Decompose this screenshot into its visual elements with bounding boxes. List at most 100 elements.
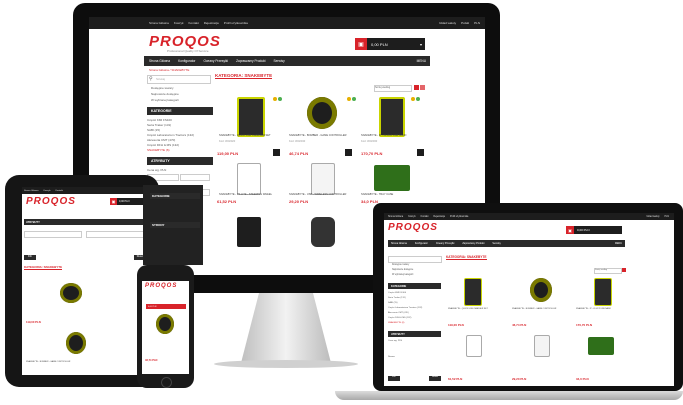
product-image[interactable] [237,163,261,195]
menu-toggle[interactable]: MENU [615,242,622,245]
category-item[interactable]: Części Laboratorium Tractors (132) [388,307,422,309]
nav-product[interactable]: Zapraszamy Produkt [236,59,265,63]
grid-view-icon[interactable] [414,85,419,90]
product-name[interactable]: SNAKEBYTE - QUICK USB CHARGER SET [448,308,498,310]
product-image[interactable] [534,335,550,357]
cart-box[interactable]: 0,00 PLN [146,304,186,309]
product-image[interactable] [60,283,82,303]
product-image[interactable] [379,97,405,137]
compare-icon[interactable] [352,97,356,101]
product-image[interactable] [237,217,261,247]
category-item[interactable]: Części DFH & MS (132) [388,317,411,319]
product-image[interactable] [530,278,552,302]
category-item[interactable]: SABI (15) [388,302,397,304]
top-link-contact[interactable]: Kontakt [421,216,429,218]
product-name[interactable]: SNAKEBYTE - QUICK USB CHARGER SET [219,134,279,138]
product-name[interactable]: SNAKEBYTE - USB - WIRELESS CONTROLLER [289,193,351,197]
language-switch[interactable]: Polski [461,21,469,25]
nav-configurator[interactable]: Konfigurator [178,59,195,63]
category-item[interactable]: Części DFH & MS (132) [147,143,179,147]
category-item-active[interactable]: SNAKEBYTE (6) [388,322,404,324]
site-logo[interactable]: PROQOS [388,222,438,233]
site-logo[interactable]: PROQOS [145,283,177,289]
add-to-cart-button[interactable] [273,149,280,156]
product-name[interactable]: SNAKEBYTE - BOMBER - GAME CONTROLLER [26,361,96,363]
filter-button[interactable]: Filtr [388,376,400,381]
cart-box[interactable]: ▣ 0,00 PLN [566,226,622,234]
search-input[interactable]: ⚲ Szukaj [147,75,211,84]
phone-home-button[interactable] [161,377,172,388]
top-link-cart[interactable]: Koszyk [174,21,184,25]
filter-category[interactable]: W wybranej kategorii [151,98,179,102]
top-link-profile[interactable]: Profil użytkownika [224,21,248,25]
nav-product[interactable]: Zapraszamy Produkt [462,242,484,245]
top-link-home[interactable]: Strona Główna [149,21,169,25]
top-link-contact[interactable]: Kontakt [56,190,63,192]
add-to-cart-button[interactable] [417,149,424,156]
product-image[interactable] [594,278,612,306]
currency-code[interactable]: PLN [474,21,480,25]
filter-category[interactable]: W wybranej kategorii [392,274,413,276]
product-image[interactable] [374,165,410,191]
category-item[interactable]: Części KMI FS100 [388,292,406,294]
category-item[interactable]: Seria Traker (131) [147,123,171,127]
top-link-home[interactable]: Strona Główna [24,190,38,192]
filter-available[interactable]: Dostępne towary [392,264,409,266]
category-item[interactable]: Seria Traker (131) [388,297,406,299]
sort-select[interactable]: Sortuj według [374,85,412,92]
category-item[interactable]: Części KMI FS100 [147,118,172,122]
wishlist-icon[interactable] [411,97,415,101]
nav-home[interactable]: Strona Główna [149,59,170,63]
nav-services[interactable]: Serwisy [492,242,500,245]
site-logo[interactable]: PROQOS [149,33,221,50]
site-logo[interactable]: PROQOS [26,196,76,207]
wishlist-icon[interactable] [273,97,277,101]
product-name[interactable]: SNAKEBYTE - BOMBER - GAME CONTROLLER [512,308,562,310]
product-name[interactable]: SNAKEBYTE - PS LITE - STEERING WHEEL [219,193,279,197]
nav-home[interactable]: Strona Główna [391,242,407,245]
category-item[interactable]: Części Laboratorium Tractors (132) [147,133,194,137]
price-input[interactable] [86,231,144,238]
list-view-icon[interactable] [420,85,425,90]
currency-switch[interactable]: Układ waluty [439,21,456,25]
nav-services[interactable]: Serwisy [274,59,285,63]
filter-available[interactable]: Dostępne towary [151,86,174,90]
product-name[interactable]: SNAKEBYTE - IP - KLUCZ USB NANO [361,134,423,138]
category-item[interactable]: Akcesoria CMT (470) [388,312,409,314]
add-to-cart-button[interactable] [345,149,352,156]
top-link-cart[interactable]: Koszyk [408,216,415,218]
top-link-profile[interactable]: Profil użytkownika [450,216,468,218]
compare-icon[interactable] [278,97,282,101]
product-name[interactable]: SNAKEBYTE - TRAY CASE [361,193,423,197]
nav-shipping[interactable]: Oceany Przesyłki [203,59,228,63]
category-item-active[interactable]: SNAKEBYTE (6) [147,148,170,152]
product-image[interactable] [466,335,482,357]
grid-view-icon[interactable] [622,268,626,272]
product-image[interactable] [237,97,265,137]
wishlist-icon[interactable] [347,97,351,101]
product-image[interactable] [588,337,614,355]
nav-configurator[interactable]: Konfigurator [415,242,428,245]
product-name[interactable]: SNAKEBYTE - BOMBER - GAME CONTROLLER [289,134,351,138]
product-image[interactable] [464,278,482,306]
filter-newest[interactable]: Najnowsze dostępne [392,269,413,271]
top-link-home[interactable]: Strona Główna [388,216,403,218]
product-image[interactable] [311,163,335,195]
category-item[interactable]: Akcesoria CMT (470) [147,138,175,142]
search-input[interactable] [388,256,442,263]
currency-switch[interactable]: Układ waluty [647,216,660,218]
product-image[interactable] [66,332,86,354]
filter-button[interactable]: Filtr [24,255,36,260]
top-link-contact[interactable]: Kontakt [189,21,199,25]
product-image[interactable] [156,314,174,334]
filter-newest[interactable]: Najnowsze dostępne [151,92,179,96]
sort-select[interactable]: Sortuj według [594,268,622,274]
price-input[interactable] [24,231,82,238]
product-image[interactable] [307,97,337,129]
compare-icon[interactable] [416,97,420,101]
price-input[interactable] [180,174,210,181]
category-item[interactable]: SABI (15) [147,128,160,132]
top-link-cart[interactable]: Koszyk [43,190,50,192]
product-image[interactable] [311,217,335,247]
currency-code[interactable]: PLN [665,216,669,218]
